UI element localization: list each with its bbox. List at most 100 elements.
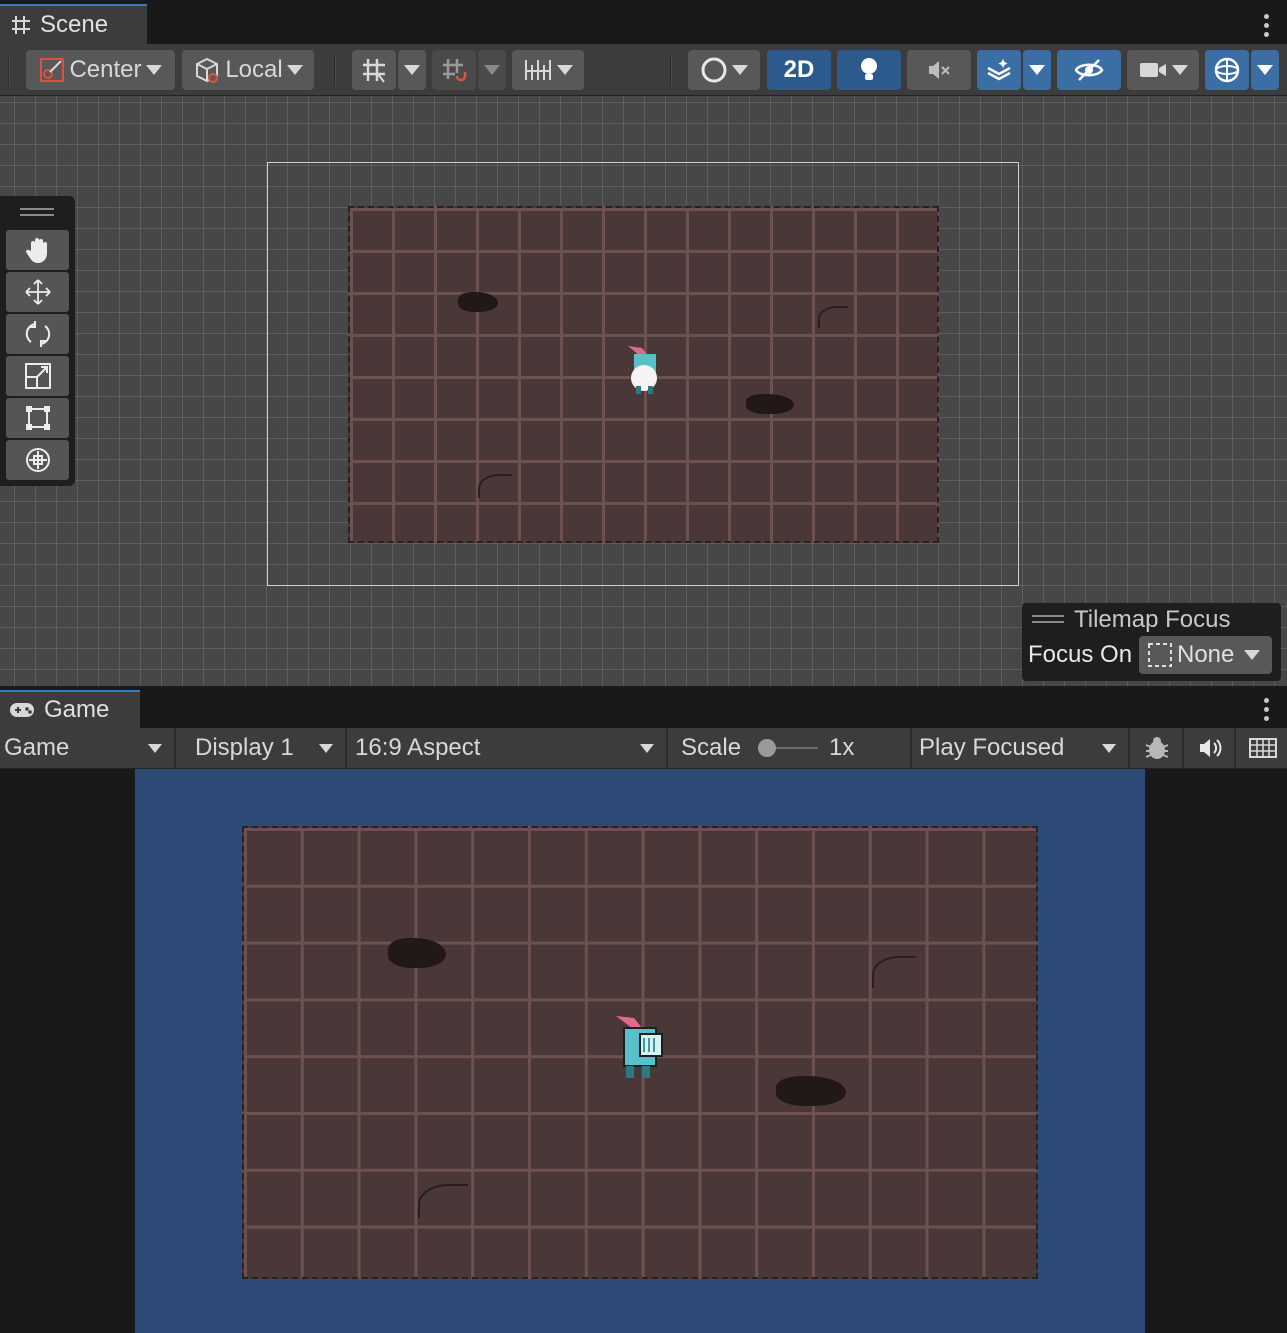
- scale-label: Scale: [681, 734, 742, 761]
- rotate-tool-button[interactable]: [6, 314, 69, 354]
- bug-icon: [1145, 737, 1169, 759]
- pivot-mode-label: Center: [69, 56, 142, 83]
- grid-options-dropdown[interactable]: [398, 50, 426, 90]
- scene-toolbar: Center Local 2D: [0, 44, 1287, 96]
- tilemap-floor[interactable]: [348, 206, 939, 543]
- chevron-down-icon: [640, 743, 654, 753]
- pivot-center-icon: [40, 58, 65, 82]
- scene-more-icon[interactable]: [1264, 14, 1269, 37]
- scale-slider-thumb[interactable]: [758, 739, 776, 757]
- focus-on-dropdown[interactable]: None: [1139, 636, 1272, 674]
- floor-hole-decoration: [388, 938, 446, 968]
- scale-value: 1x: [829, 734, 855, 761]
- transform-tool-button[interactable]: [6, 440, 69, 480]
- shading-mode-dropdown[interactable]: [688, 50, 760, 90]
- pivot-rotation-label: Local: [225, 56, 283, 83]
- floor-crack-decoration: [818, 306, 848, 328]
- game-tab[interactable]: Game: [0, 690, 140, 728]
- game-toolbar: Game Display 1 16:9 Aspect Scale 1x Play…: [0, 728, 1287, 769]
- aspect-label: 16:9 Aspect: [355, 734, 481, 761]
- pivot-mode-dropdown[interactable]: Center: [26, 50, 175, 90]
- grid-hash-icon: [12, 16, 30, 34]
- focus-on-value: None: [1177, 641, 1235, 668]
- camera-icon: [1140, 63, 1166, 77]
- game-tilemap-floor: [242, 826, 1038, 1279]
- game-view-mode-label: Game: [4, 734, 70, 761]
- display-label: Display 1: [195, 734, 294, 761]
- debug-toggle-button[interactable]: [1132, 728, 1184, 768]
- floor-hole-decoration: [458, 292, 498, 312]
- hidden-objects-toggle[interactable]: [1057, 50, 1121, 90]
- floor-crack-decoration: [418, 1184, 468, 1218]
- chevron-down-icon: [148, 743, 162, 753]
- player-knight-sprite[interactable]: [624, 342, 666, 396]
- display-dropdown[interactable]: Display 1: [178, 728, 347, 768]
- aspect-dropdown[interactable]: 16:9 Aspect: [349, 728, 668, 768]
- snap-grid-icon: [443, 59, 467, 82]
- gizmos-options-dropdown[interactable]: [1251, 50, 1279, 90]
- audio-toggle-button[interactable]: [907, 50, 971, 90]
- chevron-down-icon: [1029, 65, 1045, 75]
- chevron-down-icon: [1257, 65, 1273, 75]
- gizmos-toggle-button[interactable]: [1205, 50, 1249, 90]
- audio-mute-icon: [929, 61, 950, 79]
- lighting-toggle-button[interactable]: [837, 50, 901, 90]
- game-more-icon[interactable]: [1264, 698, 1269, 721]
- play-mode-label: Play Focused: [919, 734, 1065, 761]
- chevron-down-icon: [1102, 743, 1116, 753]
- toolbar-grip[interactable]: [8, 54, 10, 86]
- play-mode-dropdown[interactable]: Play Focused: [914, 728, 1130, 768]
- chevron-down-icon: [286, 65, 303, 75]
- local-cube-icon: [196, 57, 219, 83]
- scale-tool-button[interactable]: [6, 356, 69, 396]
- chevron-down-icon: [319, 743, 333, 753]
- hand-icon: [25, 238, 47, 263]
- light-bulb-icon: [861, 58, 877, 80]
- chevron-down-icon: [404, 65, 420, 75]
- increment-snap-dropdown[interactable]: [512, 50, 584, 90]
- overlay-grip[interactable]: [20, 208, 54, 210]
- effects-options-dropdown[interactable]: [1023, 50, 1051, 90]
- chevron-down-icon: [732, 65, 748, 75]
- tools-overlay: [0, 196, 75, 486]
- gizmo-globe-icon: [1214, 57, 1240, 83]
- effects-layers-icon: [987, 59, 1011, 81]
- scale-icon: [24, 363, 51, 389]
- overlay-grip[interactable]: [1032, 615, 1064, 617]
- toolbar-separator: [334, 54, 336, 86]
- scene-tab[interactable]: Scene: [0, 4, 147, 44]
- ruler-icon: [525, 60, 551, 80]
- selection-box-icon: [1148, 643, 1172, 667]
- floor-hole-decoration: [746, 394, 794, 414]
- toolbar-separator: [670, 54, 672, 86]
- game-audio-toggle[interactable]: [1186, 728, 1236, 768]
- scene-camera-dropdown[interactable]: [1127, 50, 1199, 90]
- scene-tab-bar: Scene: [0, 0, 1287, 44]
- effects-toggle-button[interactable]: [977, 50, 1021, 90]
- shading-sphere-icon: [701, 57, 727, 83]
- scale-control: Scale 1x: [670, 728, 912, 768]
- scene-viewport[interactable]: Tilemap Focus Focus On None: [0, 96, 1287, 686]
- tilemap-focus-title: Tilemap Focus: [1074, 606, 1231, 633]
- hand-tool-button[interactable]: [6, 230, 69, 270]
- chevron-down-icon: [145, 65, 162, 75]
- speaker-icon: [1200, 739, 1222, 757]
- grid-visibility-button[interactable]: [352, 50, 396, 90]
- floor-hole-decoration: [776, 1076, 846, 1106]
- game-tab-label: Game: [44, 696, 110, 723]
- rect-tool-button[interactable]: [6, 398, 69, 438]
- snap-options-dropdown[interactable]: [478, 50, 506, 90]
- move-tool-button[interactable]: [6, 272, 69, 312]
- grid-toggle-icon: [363, 59, 385, 83]
- chevron-down-icon: [1172, 65, 1188, 75]
- focus-on-label: Focus On: [1028, 641, 1133, 668]
- snap-grid-button[interactable]: [432, 50, 476, 90]
- rect-transform-icon: [25, 406, 50, 430]
- move-arrows-icon: [24, 279, 51, 305]
- game-tab-bar: Game: [0, 688, 1287, 728]
- toggle-2d-button[interactable]: 2D: [767, 50, 831, 90]
- stats-toggle-button[interactable]: [1238, 728, 1287, 768]
- floor-crack-decoration: [872, 956, 916, 988]
- pivot-rotation-dropdown[interactable]: Local: [182, 50, 314, 90]
- game-view-mode-dropdown[interactable]: Game: [0, 728, 176, 768]
